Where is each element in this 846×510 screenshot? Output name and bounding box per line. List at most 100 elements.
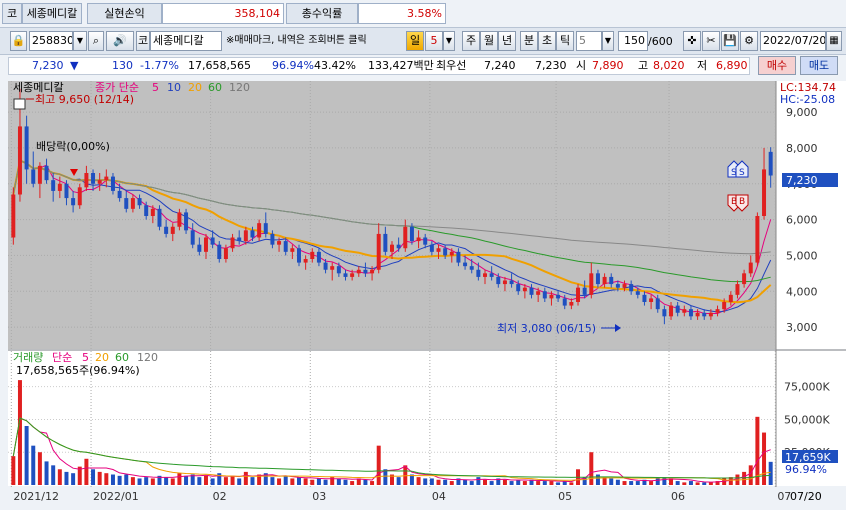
price-y-tick: 9,000 xyxy=(786,106,818,119)
price-ma-120: 120 xyxy=(229,81,250,94)
total-return-value: 3.58% xyxy=(358,3,446,24)
period-day-button[interactable]: 일 xyxy=(406,31,424,51)
volume-bar xyxy=(323,479,328,485)
quote-high: 8,020 xyxy=(653,59,685,72)
volume-last-pct: 96.94% xyxy=(785,463,827,476)
x-axis-label: 2021/12 xyxy=(13,490,59,503)
volume-bar xyxy=(449,481,454,485)
candle-body xyxy=(277,241,282,245)
volume-bar xyxy=(476,477,481,485)
date-input[interactable]: 2022/07/20 xyxy=(760,31,826,51)
price-ma-5: 5 xyxy=(152,81,159,94)
candle-body xyxy=(556,294,561,299)
candle-body xyxy=(270,233,275,245)
candle-body xyxy=(390,244,394,252)
x-axis-right-label: 07/20 xyxy=(790,490,822,503)
candle-body xyxy=(409,226,414,242)
volume-bar xyxy=(516,479,521,485)
period-week-button[interactable]: 주 xyxy=(462,31,480,51)
stock-name-field[interactable]: 세종메디칼 xyxy=(150,31,222,51)
buy-button[interactable]: 매수 xyxy=(758,56,796,75)
quote-turnover: 43.42% xyxy=(314,59,356,72)
crosshair-icon[interactable]: ✜ xyxy=(683,31,701,51)
volume-info: 17,658,565주(96.94%) xyxy=(16,364,140,377)
speaker-icon[interactable]: 🔊 xyxy=(106,31,134,51)
candle-body xyxy=(589,273,594,295)
candle-body xyxy=(316,251,321,263)
candle-body xyxy=(303,259,308,263)
price-volume-chart[interactable]: 2021/122022/01020304050607 9,0008,0007,0… xyxy=(0,77,846,507)
volume-bar xyxy=(164,477,169,485)
candle-body xyxy=(708,312,713,317)
quote-amount: 133,427백만 xyxy=(368,59,434,72)
tools-icon[interactable]: ✂ xyxy=(702,31,720,51)
candle-body xyxy=(356,269,361,274)
candle-body xyxy=(77,187,82,206)
period-second-button[interactable]: 초 xyxy=(538,31,556,51)
volume-bar xyxy=(463,479,468,485)
volume-bar xyxy=(144,477,149,485)
candle-body xyxy=(722,302,727,310)
period-tick-button[interactable]: 틱 xyxy=(556,31,574,51)
volume-bar xyxy=(748,465,753,485)
candle-body xyxy=(243,230,248,242)
count-total: /600 xyxy=(648,35,673,48)
market-tag-button[interactable]: 코 xyxy=(136,31,150,51)
volume-bar xyxy=(290,478,295,485)
candle-body xyxy=(768,151,773,176)
volume-bar xyxy=(615,479,620,485)
lock-icon[interactable]: 🔒 xyxy=(10,31,27,51)
price-y-tick: 6,000 xyxy=(786,214,818,227)
price-ma-20: 20 xyxy=(188,81,202,94)
minute-value-input[interactable]: 5 xyxy=(576,31,602,51)
volume-bar xyxy=(71,473,76,485)
total-return-label: 총수익률 xyxy=(286,3,358,24)
period-year-button[interactable]: 년 xyxy=(498,31,516,51)
volume-bar xyxy=(97,471,102,485)
candle-body xyxy=(602,276,607,285)
volume-y-tick: 75,000K xyxy=(784,381,830,394)
candle-body xyxy=(569,302,574,306)
volume-bar xyxy=(549,481,554,485)
code-dropdown-button[interactable]: ▼ xyxy=(73,31,87,51)
period-day-count[interactable]: 5 xyxy=(425,31,443,51)
period-dropdown[interactable]: ▼ xyxy=(443,31,455,51)
volume-bar xyxy=(57,469,62,485)
stock-code-input[interactable]: 258830 xyxy=(29,31,73,51)
volume-bar xyxy=(37,452,42,485)
candle-body xyxy=(649,298,654,302)
volume-bar xyxy=(635,481,640,485)
candle-body xyxy=(489,273,494,277)
candle-body xyxy=(549,294,554,299)
candle-body xyxy=(117,190,122,199)
volume-bar xyxy=(702,482,707,485)
settings-icon[interactable]: ⚙ xyxy=(740,31,758,51)
volume-bar xyxy=(376,445,381,485)
sell-button[interactable]: 매도 xyxy=(800,56,838,75)
quote-best-bid: 7,230 xyxy=(535,59,567,72)
volume-bar xyxy=(416,477,421,485)
volume-bar xyxy=(655,478,660,485)
last-change-tag: -1.77% xyxy=(785,188,824,201)
search-icon[interactable]: ⌕ xyxy=(88,31,104,51)
period-month-button[interactable]: 월 xyxy=(480,31,498,51)
volume-bar xyxy=(230,475,235,485)
minute-dropdown[interactable]: ▼ xyxy=(602,31,614,51)
calendar-icon[interactable]: ▦ xyxy=(826,31,842,51)
count-input[interactable]: 150 xyxy=(618,31,648,51)
volume-bar xyxy=(44,461,49,485)
x-axis-label: 2022/01 xyxy=(93,490,139,503)
period-minute-button[interactable]: 분 xyxy=(520,31,538,51)
save-icon[interactable]: 💾 xyxy=(721,31,739,51)
quote-volume: 17,658,565 xyxy=(188,59,251,72)
volume-ma-label: 단순 xyxy=(52,351,72,364)
volume-bar xyxy=(91,469,96,485)
volume-bar xyxy=(250,477,255,485)
chart-area[interactable]: 2021/122022/01020304050607 9,0008,0007,0… xyxy=(0,77,846,507)
volume-bar xyxy=(629,481,634,485)
last-price-tag: 7,230 xyxy=(786,174,818,187)
quote-high-label: 고 xyxy=(638,59,649,72)
volume-bar xyxy=(24,426,29,485)
volume-bar xyxy=(762,432,767,485)
candle-body xyxy=(655,298,660,310)
